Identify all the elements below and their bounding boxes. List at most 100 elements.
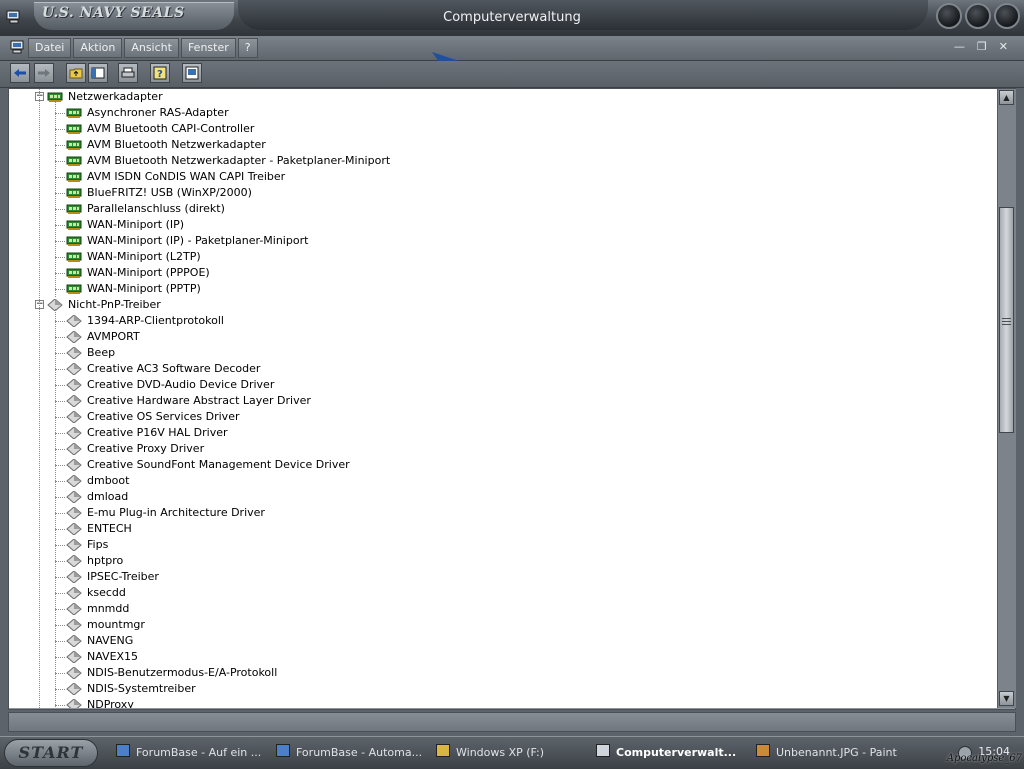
tree-item-label: NDIS-Systemtreiber [87, 682, 196, 695]
browser-icon [116, 744, 130, 757]
tree-item[interactable]: WAN-Miniport (L2TP) [9, 249, 989, 265]
scroll-down-arrow[interactable]: ▼ [999, 691, 1014, 706]
tree-item[interactable]: WAN-Miniport (PPTP) [9, 281, 989, 297]
menu-item[interactable]: Fenster [180, 38, 236, 58]
toolbar: ? [0, 61, 1024, 88]
tree-item[interactable]: WAN-Miniport (PPPOE) [9, 265, 989, 281]
tree-group-label: Nicht-PnP-Treiber [68, 298, 161, 311]
tree-item[interactable]: hptpro [9, 553, 989, 569]
back-button[interactable] [10, 63, 30, 83]
tree-item[interactable]: NDIS-Systemtreiber [9, 681, 989, 697]
tree-item-label: AVM Bluetooth Netzwerkadapter [87, 138, 266, 151]
menu-item[interactable]: Ansicht [124, 38, 179, 58]
tree-group-label: Netzwerkadapter [68, 90, 163, 103]
tree-item[interactable]: dmload [9, 489, 989, 505]
menu-item[interactable]: Aktion [73, 38, 123, 58]
tree-item-label: mountmgr [87, 618, 145, 631]
browser-icon [276, 744, 290, 757]
tree-item[interactable]: IPSEC-Treiber [9, 569, 989, 585]
tree-item[interactable]: dmboot [9, 473, 989, 489]
menu-item[interactable]: ? [237, 38, 258, 58]
tree-item[interactable]: Parallelanschluss (direkt) [9, 201, 989, 217]
tree-item[interactable]: AVM Bluetooth Netzwerkadapter [9, 137, 989, 153]
title-bar: U.S. NAVY SEALS Computerverwaltung [0, 0, 1024, 37]
tree-item[interactable]: Fips [9, 537, 989, 553]
tree-item[interactable]: NAVENG [9, 633, 989, 649]
credit-text: Apocalypse_67 [946, 753, 1022, 764]
print-button[interactable] [118, 63, 138, 83]
tree-item[interactable]: Creative AC3 Software Decoder [9, 361, 989, 377]
tree-item[interactable]: E-mu Plug-in Architecture Driver [9, 505, 989, 521]
tree-item[interactable]: WAN-Miniport (IP) - Paketplaner-Miniport [9, 233, 989, 249]
tree-item[interactable]: AVM ISDN CoNDIS WAN CAPI Treiber [9, 169, 989, 185]
taskbar-item-label: ForumBase - Automa... [296, 746, 423, 759]
menu-item[interactable]: Datei [28, 38, 72, 58]
window-controls [936, 2, 1020, 30]
document-window-icon[interactable] [10, 40, 24, 54]
tree-item[interactable]: Creative P16V HAL Driver [9, 425, 989, 441]
tree-item[interactable]: Asynchroner RAS-Adapter [9, 105, 989, 121]
show-hide-tree-button[interactable] [88, 63, 108, 83]
tree-item-label: NAVENG [87, 634, 134, 647]
tree-item-label: ENTECH [87, 522, 132, 535]
tree-item[interactable]: BlueFRITZ! USB (WinXP/2000) [9, 185, 989, 201]
tree-item-label: Creative Proxy Driver [87, 442, 205, 455]
tree-group-row[interactable]: − Netzwerkadapter [9, 89, 989, 105]
tree-item[interactable]: 1394-ARP-Clientprotokoll [9, 313, 989, 329]
taskbar-item-label: ForumBase - Auf ein ... [136, 746, 262, 759]
forward-button[interactable] [34, 63, 54, 83]
tree-item[interactable]: Beep [9, 345, 989, 361]
tree-item[interactable]: Creative SoundFont Management Device Dri… [9, 457, 989, 473]
tree-item-label: BlueFRITZ! USB (WinXP/2000) [87, 186, 252, 199]
tree-item[interactable]: Creative OS Services Driver [9, 409, 989, 425]
taskbar-item[interactable]: Windows XP (F:) [436, 743, 544, 763]
scroll-up-arrow[interactable]: ▲ [999, 90, 1014, 105]
help-button[interactable]: ? [150, 63, 170, 83]
tree-item[interactable]: ENTECH [9, 521, 989, 537]
tree-item-label: AVM Bluetooth CAPI-Controller [87, 122, 255, 135]
menu-items: Datei Aktion Ansicht Fenster? [28, 38, 258, 58]
show-hide-console-tree-icon [91, 67, 105, 79]
tree-item[interactable]: Creative DVD-Audio Device Driver [9, 377, 989, 393]
child-restore-icon[interactable]: ❐ [977, 40, 987, 53]
print-icon [121, 67, 135, 78]
tree-item[interactable]: NAVEX15 [9, 649, 989, 665]
tree-item[interactable]: AVM Bluetooth CAPI-Controller [9, 121, 989, 137]
taskbar-item[interactable]: ForumBase - Automa... [276, 743, 422, 763]
tree-connector-line [55, 309, 56, 708]
tree-item[interactable]: mountmgr [9, 617, 989, 633]
tree-item-label: NDIS-Benutzermodus-E/A-Protokoll [87, 666, 278, 679]
device-tree: − Netzwerkadapter Asynchroner RAS-Adapter A… [9, 89, 997, 708]
child-close-icon[interactable]: ✕ [999, 40, 1008, 53]
tree-item[interactable]: WAN-Miniport (IP) [9, 217, 989, 233]
up-folder-button[interactable] [66, 63, 86, 83]
tree-item[interactable]: NDProxy [9, 697, 989, 708]
taskbar-item[interactable]: ForumBase - Auf ein ... [116, 743, 261, 763]
scroll-thumb[interactable] [999, 207, 1014, 433]
minimize-button[interactable] [936, 3, 962, 29]
maximize-button[interactable] [965, 3, 991, 29]
tree-item-label: Asynchroner RAS-Adapter [87, 106, 229, 119]
properties-button[interactable] [182, 63, 202, 83]
tree-item-label: Creative AC3 Software Decoder [87, 362, 261, 375]
close-button[interactable] [994, 3, 1020, 29]
status-bar [8, 712, 1016, 732]
tree-item-label: AVM Bluetooth Netzwerkadapter - Paketpla… [87, 154, 391, 167]
start-button[interactable]: START [4, 739, 98, 767]
tree-item[interactable]: Creative Proxy Driver [9, 441, 989, 457]
tree-item-label: hptpro [87, 554, 124, 567]
tree-item[interactable]: AVM Bluetooth Netzwerkadapter - Paketpla… [9, 153, 989, 169]
taskbar-item[interactable]: Computerverwalt... [596, 743, 736, 763]
tree-item[interactable]: ksecdd [9, 585, 989, 601]
tree-item[interactable]: Creative Hardware Abstract Layer Driver [9, 393, 989, 409]
child-minimize-icon[interactable]: — [954, 40, 965, 53]
vertical-scrollbar[interactable]: ▲ ▼ [997, 89, 1016, 708]
tree-item[interactable]: NDIS-Benutzermodus-E/A-Protokoll [9, 665, 989, 681]
tree-group-row[interactable]: − Nicht-PnP-Treiber [9, 297, 989, 313]
taskbar-item[interactable]: Unbenannt.JPG - Paint [756, 743, 897, 763]
tree-item[interactable]: AVMPORT [9, 329, 989, 345]
tree-item-label: dmboot [87, 474, 130, 487]
tree-item[interactable]: mnmdd [9, 601, 989, 617]
tree-item-label: NDProxy [87, 698, 134, 708]
help-icon: ? [153, 66, 167, 80]
